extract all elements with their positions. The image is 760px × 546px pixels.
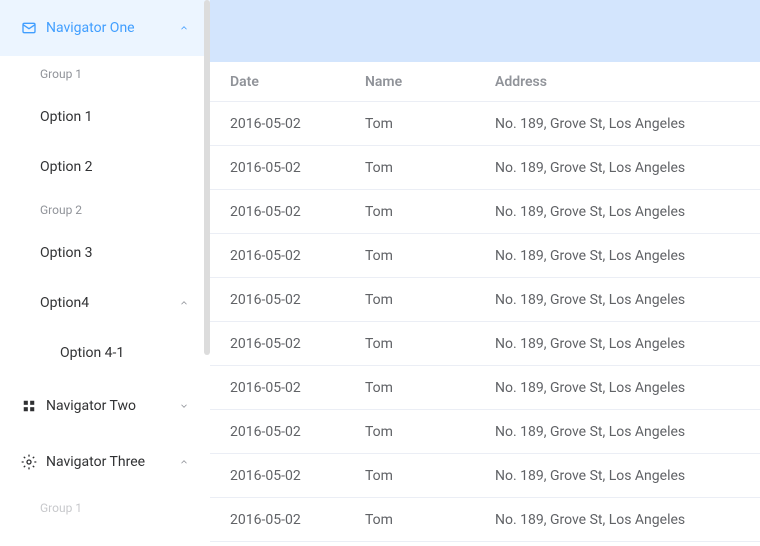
grid-icon	[20, 397, 38, 415]
data-table: Date Name Address 2016-05-02TomNo. 189, …	[210, 62, 760, 546]
cell-name: Tom	[365, 380, 495, 396]
column-header-address[interactable]: Address	[495, 74, 760, 90]
cell-address: No. 189, Grove St, Los Angeles	[495, 204, 760, 220]
chevron-up-icon	[178, 456, 190, 468]
cell-date: 2016-05-02	[210, 292, 365, 308]
table-row[interactable]: 2016-05-02TomNo. 189, Grove St, Los Ange…	[210, 190, 760, 234]
cell-address: No. 189, Grove St, Los Angeles	[495, 160, 760, 176]
cell-date: 2016-05-02	[210, 512, 365, 528]
group-title: Group 2	[0, 192, 210, 228]
cell-address: No. 189, Grove St, Los Angeles	[495, 380, 760, 396]
main-content: Date Name Address 2016-05-02TomNo. 189, …	[210, 0, 760, 546]
option-3[interactable]: Option 3	[0, 228, 210, 278]
table-row[interactable]: 2016-05-02TomNo. 189, Grove St, Los Ange…	[210, 498, 760, 542]
table-row[interactable]: 2016-05-02TomNo. 189, Grove St, Los Ange…	[210, 366, 760, 410]
cell-address: No. 189, Grove St, Los Angeles	[495, 512, 760, 528]
cell-name: Tom	[365, 204, 495, 220]
cell-name: Tom	[365, 160, 495, 176]
column-header-date[interactable]: Date	[210, 74, 365, 90]
cell-date: 2016-05-02	[210, 204, 365, 220]
cell-name: Tom	[365, 512, 495, 528]
table-row[interactable]: 2016-05-02TomNo. 189, Grove St, Los Ange…	[210, 146, 760, 190]
option-1[interactable]: Option 1	[0, 92, 210, 142]
nav-item-navigator-one[interactable]: Navigator One	[0, 0, 210, 56]
cell-name: Tom	[365, 116, 495, 132]
cell-name: Tom	[365, 248, 495, 264]
cell-address: No. 189, Grove St, Los Angeles	[495, 336, 760, 352]
cell-date: 2016-05-02	[210, 380, 365, 396]
cell-date: 2016-05-02	[210, 160, 365, 176]
option-4-1[interactable]: Option 4-1	[0, 328, 210, 378]
table-row[interactable]: 2016-05-02TomNo. 189, Grove St, Los Ange…	[210, 454, 760, 498]
mail-icon	[20, 19, 38, 37]
chevron-up-icon	[178, 22, 190, 34]
cell-address: No. 189, Grove St, Los Angeles	[495, 424, 760, 440]
group-title: Group 1	[0, 490, 210, 526]
option-2[interactable]: Option 2	[0, 142, 210, 192]
cell-address: No. 189, Grove St, Los Angeles	[495, 248, 760, 264]
cell-address: No. 189, Grove St, Los Angeles	[495, 468, 760, 484]
nav-label: Navigator Three	[46, 454, 178, 470]
nav-item-navigator-two[interactable]: Navigator Two	[0, 378, 210, 434]
chevron-up-icon	[178, 297, 190, 309]
column-header-name[interactable]: Name	[365, 74, 495, 90]
topbar	[210, 0, 760, 62]
cell-address: No. 189, Grove St, Los Angeles	[495, 116, 760, 132]
table-header: Date Name Address	[210, 62, 760, 102]
cell-name: Tom	[365, 292, 495, 308]
cell-date: 2016-05-02	[210, 116, 365, 132]
table-row[interactable]: 2016-05-02TomNo. 189, Grove St, Los Ange…	[210, 234, 760, 278]
cell-date: 2016-05-02	[210, 468, 365, 484]
cell-name: Tom	[365, 424, 495, 440]
nav-item-navigator-three[interactable]: Navigator Three	[0, 434, 210, 490]
cell-date: 2016-05-02	[210, 336, 365, 352]
table-row[interactable]: 2016-05-02TomNo. 189, Grove St, Los Ange…	[210, 410, 760, 454]
sidebar: Navigator One Group 1 Option 1 Option 2 …	[0, 0, 210, 546]
nav-label: Navigator Two	[46, 398, 178, 414]
cell-name: Tom	[365, 468, 495, 484]
cell-address: No. 189, Grove St, Los Angeles	[495, 292, 760, 308]
cell-name: Tom	[365, 336, 495, 352]
gear-icon	[20, 453, 38, 471]
nav-label: Navigator One	[46, 20, 178, 36]
chevron-down-icon	[178, 400, 190, 412]
cell-date: 2016-05-02	[210, 424, 365, 440]
cell-date: 2016-05-02	[210, 248, 365, 264]
group-title: Group 1	[0, 56, 210, 92]
table-row[interactable]: 2016-05-02TomNo. 189, Grove St, Los Ange…	[210, 102, 760, 146]
table-row[interactable]: 2016-05-02TomNo. 189, Grove St, Los Ange…	[210, 278, 760, 322]
option-4[interactable]: Option4	[0, 278, 210, 328]
table-row[interactable]: 2016-05-02TomNo. 189, Grove St, Los Ange…	[210, 322, 760, 366]
scrollbar[interactable]	[204, 0, 210, 355]
